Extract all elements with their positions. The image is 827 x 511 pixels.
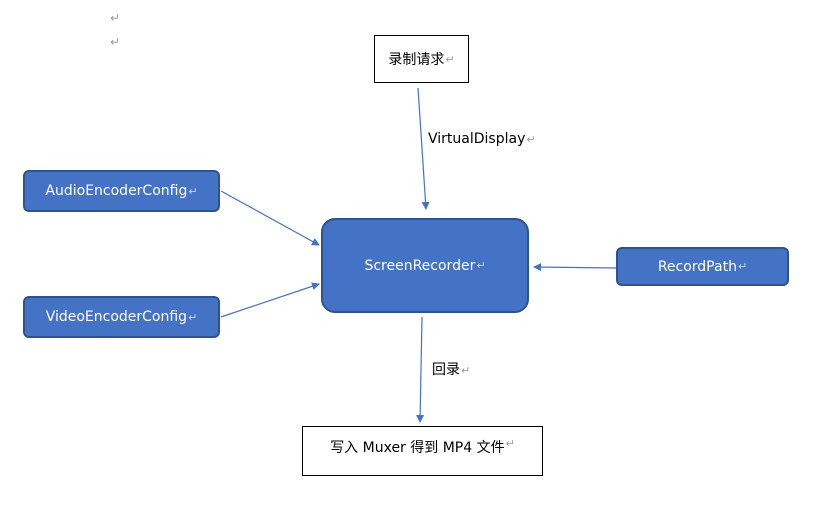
virtual-display-text: VirtualDisplay bbox=[428, 131, 526, 147]
audio-encoder-config-node: AudioEncoderConfig ↵ bbox=[23, 170, 220, 212]
paragraph-mark: ↵ bbox=[445, 52, 455, 66]
record-path-label: RecordPath bbox=[657, 258, 737, 275]
record-request-box: 录制请求 ↵ bbox=[374, 35, 469, 83]
paragraph-mark: ↵ bbox=[526, 133, 536, 146]
screen-recorder-label: ScreenRecorder bbox=[364, 257, 476, 274]
callback-text: 回录 bbox=[432, 362, 460, 378]
video-encoder-config-node: VideoEncoderConfig ↵ bbox=[23, 296, 220, 338]
screen-recorder-node: ScreenRecorder ↵ bbox=[321, 218, 529, 313]
arrow-video-to-recorder bbox=[220, 282, 320, 318]
record-request-label: 录制请求 bbox=[388, 52, 445, 68]
virtual-display-label: VirtualDisplay↵ bbox=[428, 131, 536, 147]
video-encoder-config-label: VideoEncoderConfig bbox=[45, 309, 188, 325]
audio-encoder-config-label: AudioEncoderConfig bbox=[45, 183, 188, 199]
record-path-node: RecordPath ↵ bbox=[616, 247, 789, 286]
paragraph-mark: ↵ bbox=[505, 437, 515, 450]
paragraph-mark: ↵ bbox=[737, 260, 748, 273]
arrow-audio-to-recorder bbox=[220, 190, 320, 246]
paragraph-mark: ↵ bbox=[461, 364, 471, 377]
paragraph-mark: ↵ bbox=[476, 259, 486, 272]
paragraph-mark: ↵ bbox=[188, 310, 198, 324]
output-box: 写入 Muxer 得到 MP4 文件 ↵ bbox=[302, 426, 543, 476]
output-label: 写入 Muxer 得到 MP4 文件 bbox=[330, 440, 505, 456]
arrow-path-to-recorder bbox=[533, 263, 617, 272]
arrow-recorder-to-output bbox=[416, 316, 425, 423]
arrow-request-to-recorder bbox=[417, 87, 430, 210]
callback-label: 回录↵ bbox=[432, 359, 470, 379]
paragraph-mark: ↵ bbox=[188, 184, 198, 198]
